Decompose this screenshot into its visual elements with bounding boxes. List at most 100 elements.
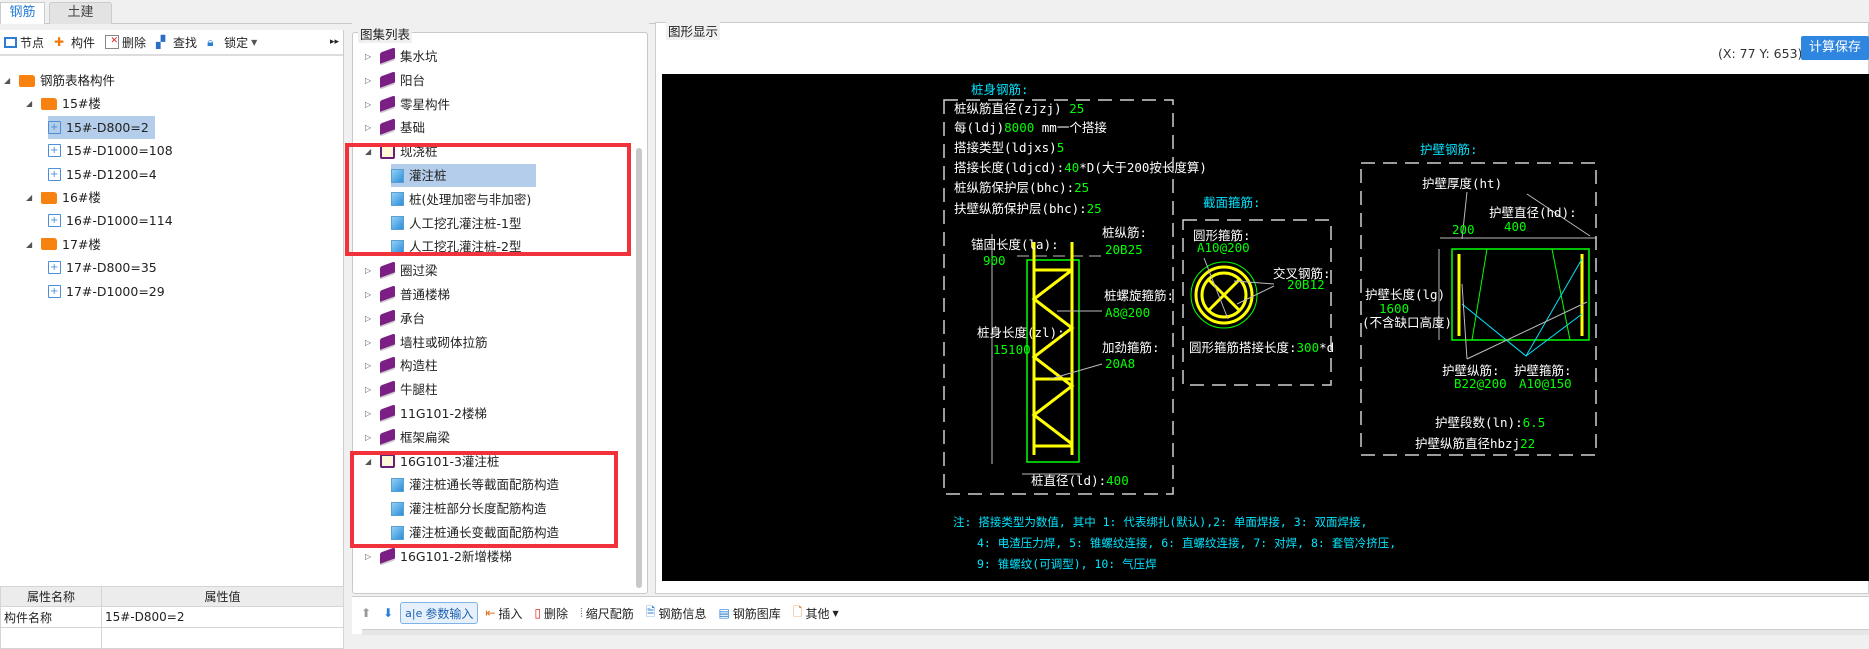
drawing-doc-icon — [391, 239, 404, 254]
expand-arrow-icon[interactable]: ▷ — [365, 45, 375, 68]
expand-arrow-icon[interactable]: ◢ — [26, 92, 36, 115]
rebar-info-button[interactable]: 🗎︎ 钢筋信息 — [641, 602, 712, 624]
add-node-button[interactable]: 节点 — [0, 31, 48, 53]
expand-arrow-icon[interactable]: ▷ — [365, 93, 375, 116]
pile-icon — [48, 209, 61, 232]
collapse-arrow-icon[interactable]: ◢ — [365, 140, 375, 163]
expand-arrow-icon[interactable]: ▷ — [365, 426, 375, 449]
atlas-item[interactable]: ◢ 现浇桩 — [365, 140, 438, 163]
atlas-item[interactable]: ▷ 16G101-2新增楼梯 — [365, 545, 512, 568]
tree-item[interactable]: 15#-D1000=108 — [48, 139, 173, 162]
expand-arrow-icon[interactable]: ▷ — [365, 545, 375, 568]
tree-item[interactable]: 15#-D1200=4 — [48, 163, 157, 186]
tree-item[interactable]: ◢ 16#楼 — [26, 186, 101, 209]
expand-arrow-icon[interactable]: ▷ — [365, 259, 375, 282]
tree-item-label: 16#楼 — [62, 190, 101, 205]
atlas-item[interactable]: ▷ 零星构件 — [365, 93, 450, 116]
scale-rebar-button[interactable]: ⦙ 缩尺配筋 — [575, 602, 639, 624]
atlas-item[interactable]: 桩(处理加密与非加密) — [391, 188, 531, 211]
atlas-item[interactable]: 人工挖孔灌注桩-2型 — [391, 235, 521, 258]
rebar-table-panel: ⬆ ⬇ a|e 参数输入 ⇤ 插入 ▯ 删除 ⦙ 缩尺配筋 🗎︎ 钢筋信息 ▤ 钢筋图库 🗋… — [352, 596, 1869, 635]
book-icon — [380, 454, 395, 469]
expand-arrow-icon[interactable]: ◢ — [26, 186, 36, 209]
atlas-item[interactable]: 人工挖孔灌注桩-1型 — [391, 212, 521, 235]
pile-icon — [48, 256, 61, 279]
atlas-item[interactable]: ▷ 牛腿柱 — [365, 378, 438, 401]
book-icon — [380, 547, 395, 566]
atlas-item[interactable]: ▷ 基础 — [365, 116, 425, 139]
tree-item[interactable]: 17#-D1000=29 — [48, 280, 165, 303]
book-icon — [380, 428, 395, 447]
atlas-item-label: 承台 — [400, 310, 426, 326]
expand-arrow-icon[interactable]: ▷ — [365, 378, 375, 401]
atlas-item-label: 灌注桩通长等截面配筋构造 — [409, 477, 560, 493]
lock-button[interactable]: 🔒︎ 锁定 ▼ — [203, 31, 261, 53]
spiral-label: 桩螺旋箍筋: — [1104, 288, 1174, 303]
atlas-item[interactable]: ▷ 构造柱 — [365, 354, 438, 377]
delete-button[interactable]: ✕ 删除 — [101, 31, 150, 53]
prop-value[interactable]: 15#-D800=2 — [101, 606, 344, 628]
atlas-item[interactable]: ▷ 承台 — [365, 307, 425, 330]
move-down-button[interactable]: ⬇ — [378, 602, 398, 624]
other-label: 其他 — [805, 606, 830, 621]
tab-rebar[interactable]: 钢筋 — [0, 2, 45, 24]
tree-item[interactable]: 16#-D1000=114 — [48, 209, 173, 232]
expand-arrow-icon[interactable]: ▷ — [365, 354, 375, 377]
expand-arrow-icon[interactable]: ◢ — [26, 233, 36, 256]
find-button[interactable]: ▞ 查找 — [152, 31, 201, 53]
insert-label: 插入 — [498, 606, 523, 621]
atlas-item[interactable]: ▷ 集水坑 — [365, 45, 438, 68]
expand-arrow-icon[interactable]: ▷ — [365, 69, 375, 92]
atlas-item[interactable]: ◢ 16G101-3灌注桩 — [365, 450, 499, 473]
atlas-item-label: 灌注桩 — [409, 168, 447, 183]
insert-button[interactable]: ⇤ 插入 — [480, 602, 527, 624]
library-icon: ▤ — [718, 606, 730, 620]
add-component-button[interactable]: ✚ 构件 — [50, 31, 99, 53]
tree-item[interactable]: ◢ 15#楼 — [26, 92, 101, 115]
book-icon — [380, 94, 395, 114]
expand-arrow-icon[interactable]: ▷ — [365, 402, 375, 425]
coordinate-readout: (X: 77 Y: 653) — [1718, 46, 1803, 61]
expand-arrow-icon[interactable]: ▷ — [365, 331, 375, 354]
atlas-item[interactable]: 灌注桩通长变截面配筋构造 — [391, 521, 559, 544]
atlas-scrollbar[interactable] — [636, 148, 642, 588]
pile-param-line: 搭接类型(ldjxs)5 — [954, 140, 1064, 155]
wall-diam-value: 400 — [1504, 219, 1527, 234]
expand-arrow-icon[interactable]: ▷ — [365, 116, 375, 139]
calc-save-button[interactable]: 计算保存 — [1801, 36, 1869, 60]
tree-item[interactable]: ◢ 17#楼 — [26, 233, 101, 256]
atlas-item[interactable]: ▷ 墙柱或砌体拉筋 — [365, 331, 488, 354]
pile-param-line: 桩纵筋直径(zjzj) 25 — [954, 101, 1084, 116]
spiral-value: A8@200 — [1105, 305, 1150, 320]
atlas-item[interactable]: ▷ 阳台 — [365, 69, 425, 92]
anchor-value: 900 — [983, 253, 1006, 268]
tab-civil[interactable]: 土建 — [49, 2, 112, 24]
diameter-label: 桩直径(ld):400 — [1031, 473, 1129, 488]
drawing-canvas[interactable]: 桩身钢筋: 截面箍筋: 护壁钢筋: 桩纵筋直径(zjzj) 25 每(ldj)80… — [662, 74, 1869, 581]
other-icon: 🗋︎ — [792, 604, 803, 619]
tree-item[interactable]: 17#-D800=35 — [48, 256, 157, 279]
note-line: 9: 锥螺纹(可调型), 10: 气压焊 — [977, 557, 1157, 571]
collapse-arrow-icon[interactable]: ◢ — [365, 450, 375, 473]
move-up-button[interactable]: ⬆ — [356, 602, 376, 624]
rebar-info-label: 钢筋信息 — [658, 606, 707, 621]
atlas-item[interactable]: ▷ 普通楼梯 — [365, 283, 450, 306]
atlas-item[interactable]: ▷ 框架扁梁 — [365, 426, 450, 449]
tree-item[interactable]: ◢ 钢筋表格构件 — [4, 69, 115, 92]
add-component-label: 构件 — [71, 35, 96, 50]
atlas-item[interactable]: 灌注桩通长等截面配筋构造 — [391, 473, 559, 496]
delete-row-button[interactable]: ▯ 删除 — [529, 602, 573, 624]
other-button[interactable]: 🗋︎ 其他 ▼ — [788, 602, 844, 624]
expand-arrow-icon[interactable]: ◢ — [4, 69, 14, 92]
atlas-item[interactable]: ▷ 圈过梁 — [365, 259, 438, 282]
rebar-library-button[interactable]: ▤ 钢筋图库 — [713, 602, 785, 624]
atlas-item[interactable]: 灌注桩部分长度配筋构造 — [391, 497, 547, 520]
hoop-value: A10@200 — [1197, 240, 1250, 255]
atlas-item[interactable]: 灌注桩 — [391, 164, 536, 187]
expand-toolbar-button[interactable]: ▸▸ — [326, 31, 343, 53]
expand-arrow-icon[interactable]: ▷ — [365, 283, 375, 306]
expand-arrow-icon[interactable]: ▷ — [365, 307, 375, 330]
tree-item[interactable]: 15#-D800=2 — [48, 115, 155, 139]
atlas-item[interactable]: ▷ 11G101-2楼梯 — [365, 402, 487, 425]
param-input-button[interactable]: a|e 参数输入 — [400, 602, 479, 624]
